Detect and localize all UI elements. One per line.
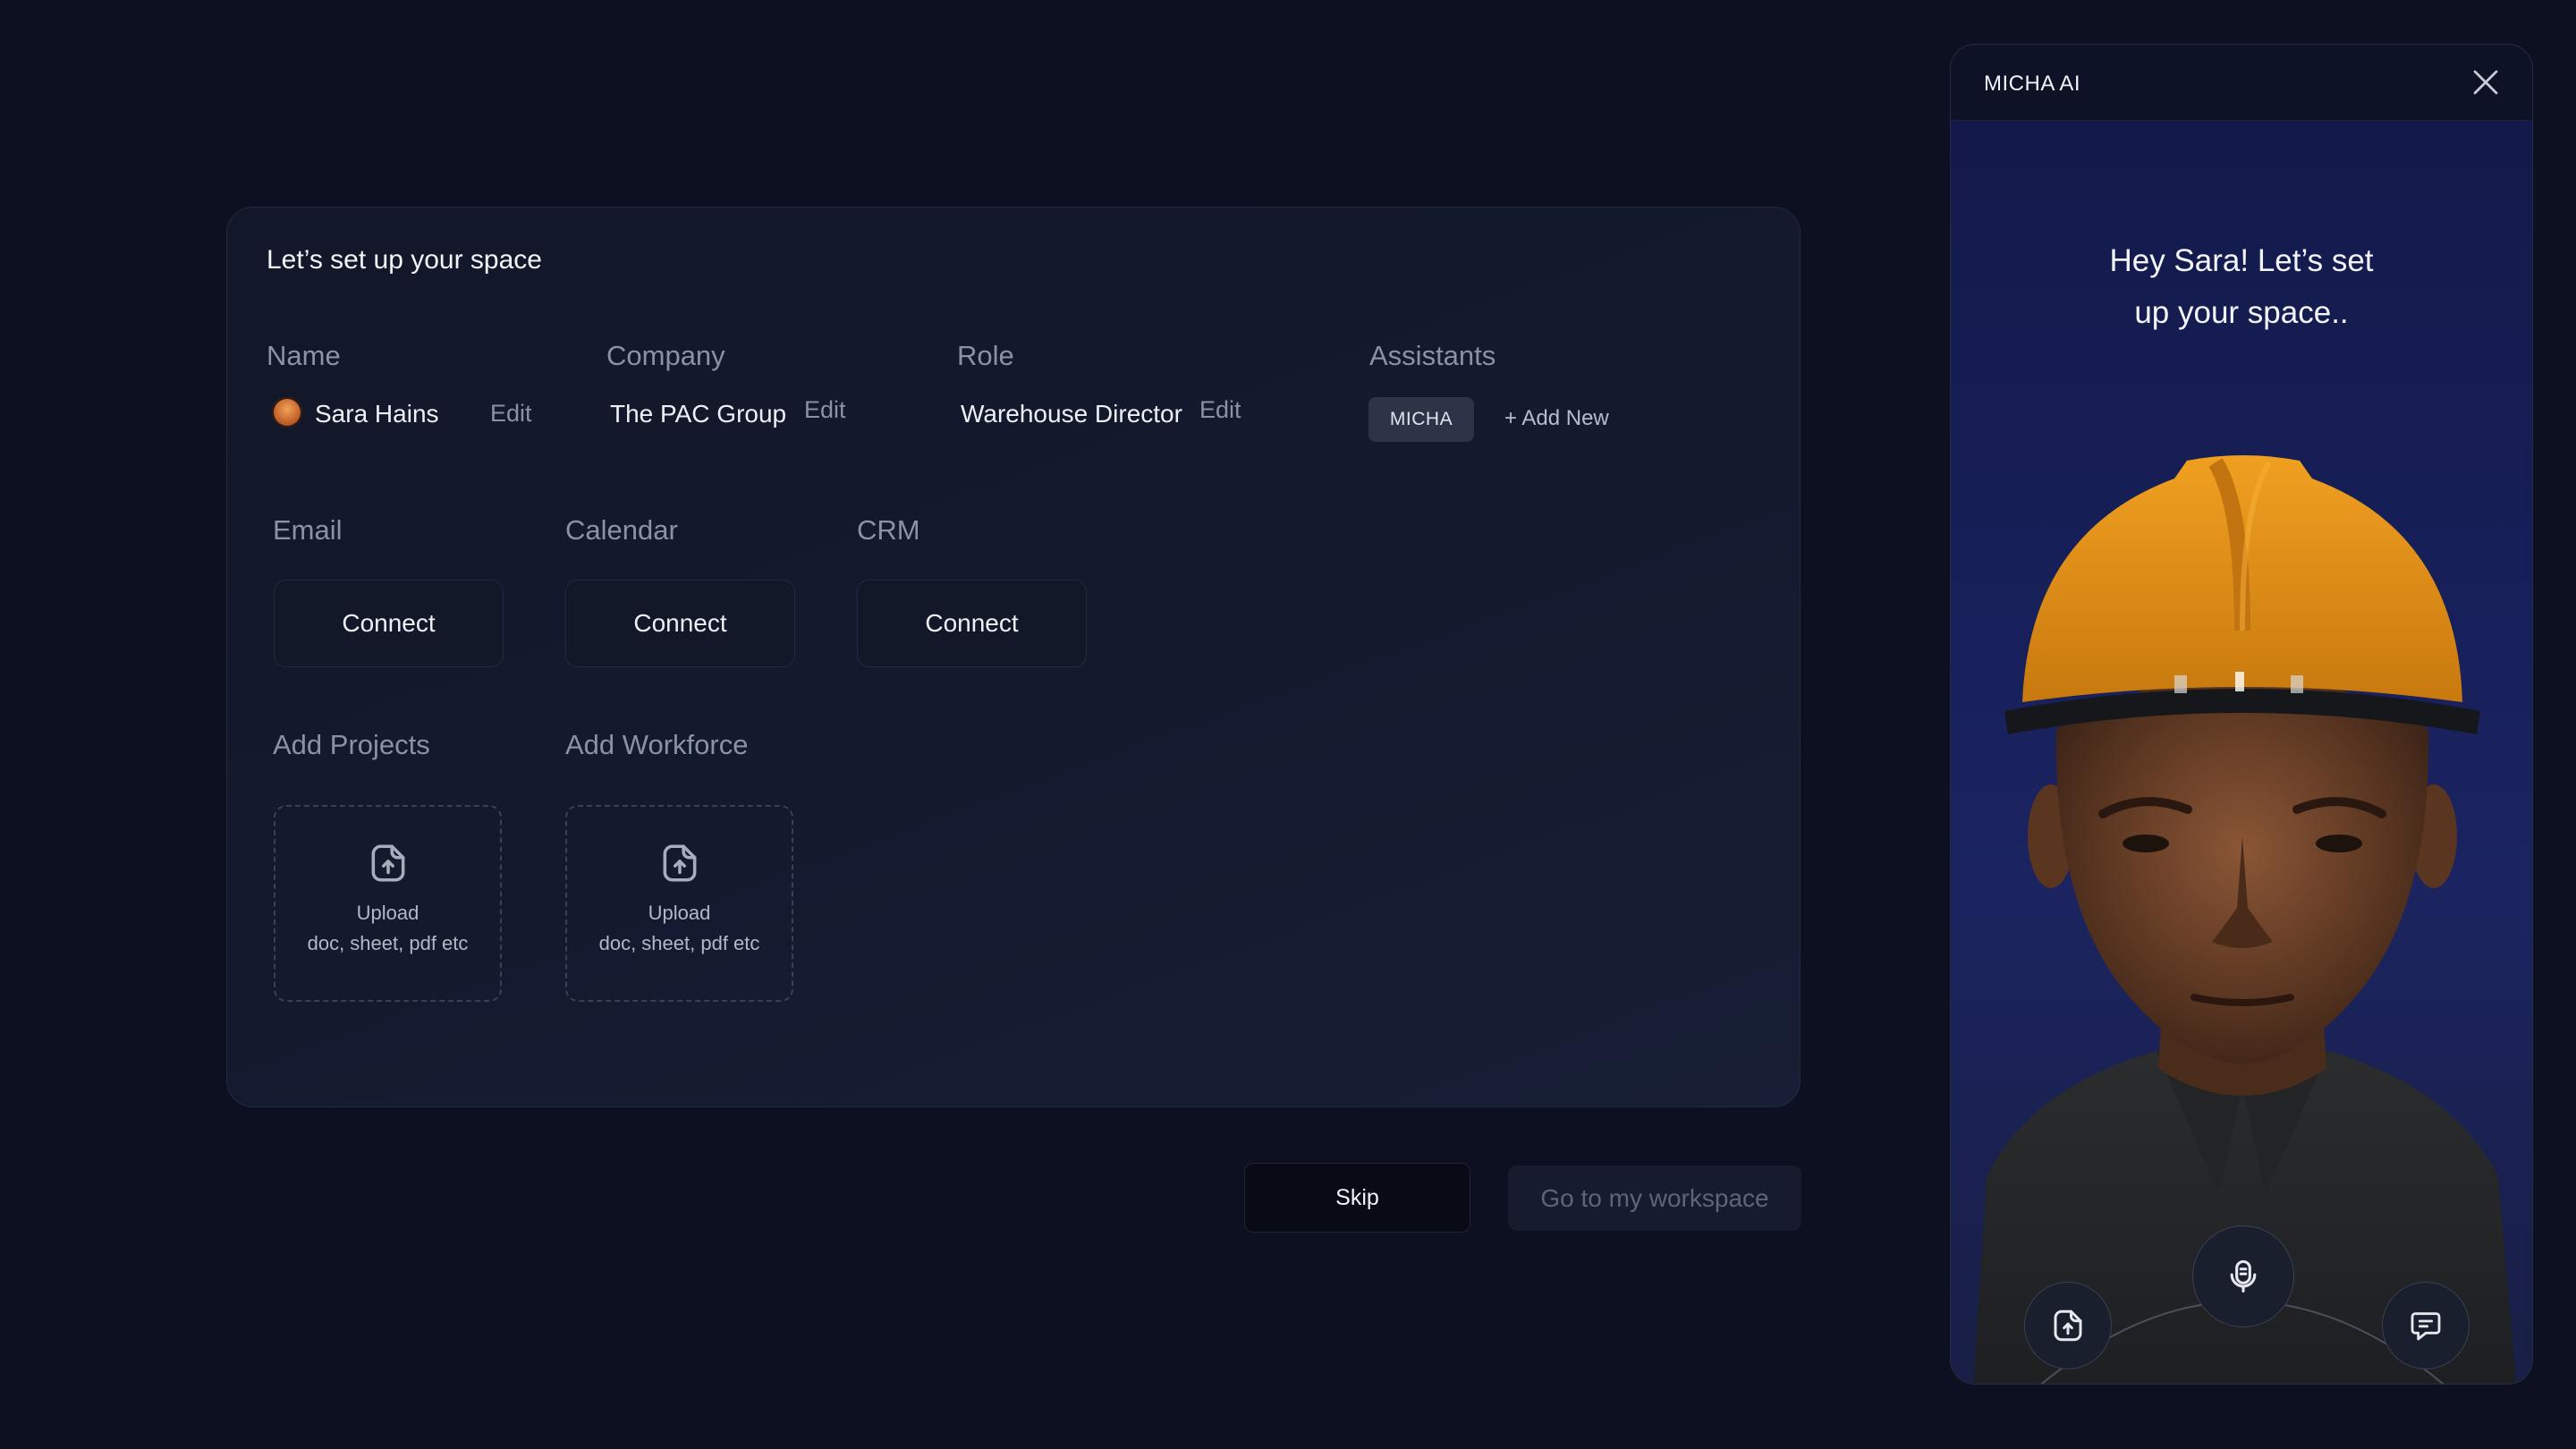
- assistant-video: Hey Sara! Let’s set up your space..: [1951, 121, 2532, 1384]
- add-projects-label: Add Projects: [273, 729, 430, 760]
- assistant-greeting: Hey Sara! Let’s set up your space..: [2109, 243, 2374, 330]
- upload-workforce-dropzone[interactable]: Upload doc, sheet, pdf etc: [565, 805, 793, 1002]
- upload-file-button[interactable]: [2024, 1282, 2112, 1369]
- upload-title: Upload: [356, 902, 419, 924]
- upload-projects-dropzone[interactable]: Upload doc, sheet, pdf etc: [274, 805, 502, 1002]
- upload-subtitle: doc, sheet, pdf etc: [598, 932, 760, 954]
- add-new-assistant-button[interactable]: + Add New: [1504, 406, 1609, 431]
- upload-subtitle: doc, sheet, pdf etc: [307, 932, 469, 954]
- upload-title: Upload: [648, 902, 711, 924]
- skip-button[interactable]: Skip: [1244, 1163, 1470, 1233]
- edit-role-button[interactable]: Edit: [1199, 396, 1241, 424]
- user-avatar: [272, 397, 302, 428]
- edit-name-button[interactable]: Edit: [490, 400, 532, 428]
- file-upload-icon: [371, 844, 404, 882]
- card-title: Let’s set up your space: [267, 245, 542, 275]
- file-upload-icon: [663, 844, 696, 882]
- assistant-panel-title: MICHA AI: [1984, 72, 2081, 96]
- connect-email-button[interactable]: Connect: [274, 580, 504, 667]
- calendar-label: Calendar: [565, 514, 678, 546]
- name-label: Name: [267, 340, 341, 371]
- connect-calendar-button[interactable]: Connect: [565, 580, 795, 667]
- assistants-label: Assistants: [1369, 340, 1496, 371]
- chat-button[interactable]: [2382, 1282, 2470, 1369]
- microphone-icon: [2230, 1259, 2257, 1293]
- go-to-workspace-button[interactable]: Go to my workspace: [1508, 1165, 1801, 1231]
- assistant-chip-micha[interactable]: MICHA: [1368, 397, 1474, 442]
- role-value: Warehouse Director: [961, 400, 1182, 428]
- file-upload-icon: [2054, 1309, 2082, 1342]
- crm-label: CRM: [857, 514, 920, 546]
- assistant-panel-header: MICHA AI: [1951, 45, 2532, 121]
- role-label: Role: [957, 340, 1014, 371]
- email-label: Email: [273, 514, 343, 546]
- microphone-button[interactable]: [2192, 1225, 2294, 1327]
- assistant-panel: MICHA AI Hey Sara! Let’s set up your spa…: [1950, 44, 2533, 1385]
- edit-company-button[interactable]: Edit: [804, 396, 846, 424]
- company-value: The PAC Group: [610, 400, 787, 428]
- connect-crm-button[interactable]: Connect: [857, 580, 1087, 667]
- name-value: Sara Hains: [315, 400, 439, 428]
- close-icon[interactable]: [2470, 66, 2502, 98]
- add-workforce-label: Add Workforce: [565, 729, 749, 760]
- chat-icon: [2411, 1312, 2441, 1341]
- company-label: Company: [606, 340, 725, 371]
